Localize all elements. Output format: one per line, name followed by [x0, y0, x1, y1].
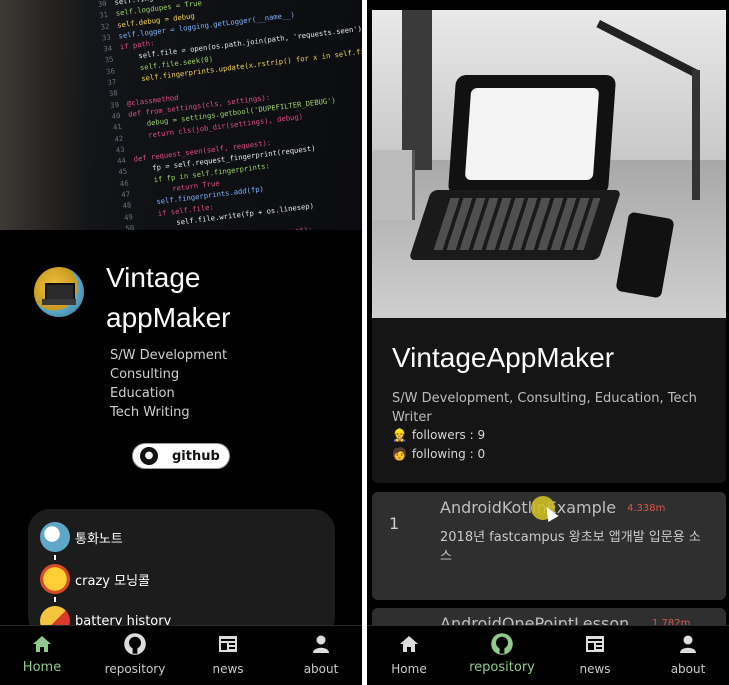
list-item-app[interactable]: 통화노트: [40, 522, 123, 552]
tab-label: about: [303, 662, 339, 676]
skill-item: Consulting: [110, 367, 180, 382]
code-header-image: 30self.fingerprints = None31self.logdupe…: [0, 0, 362, 230]
list-item-app[interactable]: crazy 모닝콜: [40, 564, 150, 594]
home-icon: [33, 636, 51, 652]
tab-news[interactable]: news: [192, 626, 264, 685]
profile-description: S/W Development, Consulting, Education, …: [392, 391, 697, 425]
tab-home[interactable]: Home: [373, 626, 445, 685]
tab-home[interactable]: Home: [6, 626, 78, 685]
tab-about[interactable]: about: [285, 626, 357, 685]
apps-card: 통화노트 crazy 모닝콜 battery history: [28, 509, 335, 639]
profile-info-card: VintageAppMaker S/W Development, Consult…: [372, 318, 726, 483]
avatar[interactable]: [34, 267, 84, 317]
bottom-navigation: Home repository news about: [0, 625, 362, 685]
alarm-clock-icon: [40, 564, 70, 594]
repo-number: 1: [389, 514, 400, 533]
profile-name: VintageAppMaker: [392, 342, 615, 373]
followers-count: 👷 followers : 9: [392, 428, 485, 442]
app-label: crazy 모닝콜: [75, 573, 150, 589]
tab-repository[interactable]: repository: [99, 626, 171, 685]
tab-label: news: [579, 662, 611, 676]
tab-label: repository: [104, 662, 166, 676]
skills-list: S/W Development Consulting Education Tec…: [110, 346, 227, 422]
skill-item: Tech Writing: [110, 405, 190, 420]
tab-label: about: [670, 662, 706, 676]
person-icon: [680, 635, 696, 653]
tab-about[interactable]: about: [652, 626, 724, 685]
profile-name: Vintage appMaker: [106, 262, 231, 333]
list-item-repo[interactable]: 1 AndroidKotlinExample 4.338m 2018년 fast…: [372, 492, 726, 600]
code-lines: 30self.fingerprints = None31self.logdupe…: [88, 0, 362, 230]
news-icon: [219, 636, 237, 652]
follower-emoji-icon: 👷: [392, 428, 407, 442]
app-label: 통화노트: [75, 531, 123, 547]
github-button[interactable]: ● github: [132, 443, 230, 469]
home-icon: [400, 636, 418, 652]
tab-label: news: [212, 662, 244, 676]
skill-item: S/W Development: [110, 348, 228, 363]
repo-size: 4.338m: [627, 503, 666, 514]
tab-label: Home: [22, 660, 62, 675]
bottom-navigation: Home repository news about: [367, 625, 729, 685]
following-emoji-icon: 🧑: [392, 447, 407, 461]
tab-repository[interactable]: repository: [466, 626, 538, 685]
skill-item: Education: [110, 386, 175, 401]
github-button-label: github: [172, 448, 220, 464]
right-screen: VintageAppMaker S/W Development, Consult…: [367, 0, 729, 685]
left-screen: 30self.fingerprints = None31self.logdupe…: [0, 0, 362, 685]
person-icon: [313, 635, 329, 653]
followers-text: followers : 9: [411, 428, 486, 442]
github-icon: [124, 633, 146, 655]
tab-news[interactable]: news: [559, 626, 631, 685]
call-note-icon: [40, 522, 70, 552]
following-count: 🧑 following : 0: [392, 447, 485, 461]
following-text: following : 0: [411, 447, 486, 461]
github-icon: [491, 633, 513, 655]
repo-description: 2018년 fastcampus 왕초보 앱개발 입문용 소스: [440, 530, 701, 564]
tab-label: repository: [469, 660, 535, 675]
tab-label: Home: [391, 662, 427, 676]
news-icon: [586, 636, 604, 652]
profile-header-image: [372, 10, 726, 318]
repo-title[interactable]: AndroidKotlinExample: [440, 498, 616, 517]
github-icon: ●: [140, 447, 158, 465]
